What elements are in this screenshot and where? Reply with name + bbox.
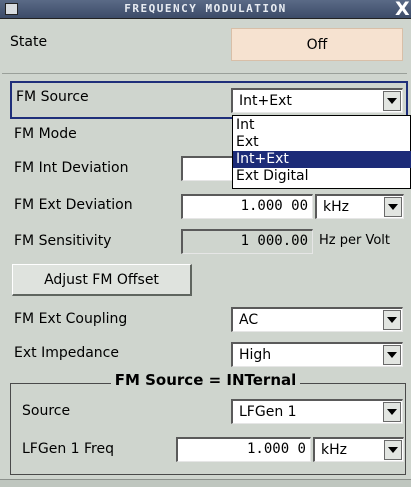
adjust-fm-offset-label: Adjust FM Offset <box>44 271 159 288</box>
chevron-down-icon[interactable] <box>384 197 402 217</box>
fm-int-deviation-label: FM Int Deviation <box>14 160 129 176</box>
dropdown-option-int-ext[interactable]: Int+Ext <box>233 151 411 168</box>
fm-source-dropdown-list: Int Ext Int+Ext Ext Digital <box>232 115 411 189</box>
source-select[interactable]: LFGen 1 <box>231 399 403 424</box>
ext-impedance-label: Ext Impedance <box>14 345 119 361</box>
source-label: Source <box>22 403 71 419</box>
fm-source-value: Int+Ext <box>239 93 292 109</box>
dropdown-option-int[interactable]: Int <box>233 117 411 134</box>
chevron-down-icon[interactable] <box>383 310 401 330</box>
fm-dialog: FREQUENCY MODULATION X State Off FM Sour… <box>0 0 411 487</box>
dropdown-option-ext-digital[interactable]: Ext Digital <box>233 168 411 185</box>
dropdown-option-ext[interactable]: Ext <box>233 134 411 151</box>
fm-source-select[interactable]: Int+Ext <box>231 88 403 113</box>
fm-ext-deviation-label: FM Ext Deviation <box>14 197 133 213</box>
fm-ext-deviation-unit: kHz <box>323 199 349 215</box>
state-toggle-button[interactable]: Off <box>231 28 403 61</box>
fm-sensitivity-value: 1 000.00 <box>181 229 313 254</box>
divider <box>2 73 407 74</box>
fm-mode-label: FM Mode <box>14 126 77 142</box>
source-value: LFGen 1 <box>239 404 297 420</box>
chevron-down-icon[interactable] <box>384 440 402 460</box>
fm-ext-deviation-unit-select[interactable]: kHz <box>315 194 404 219</box>
status-bar <box>0 479 411 487</box>
fm-sensitivity-unit: Hz per Volt <box>319 233 391 248</box>
adjust-fm-offset-button[interactable]: Adjust FM Offset <box>12 264 192 296</box>
lfgen-freq-label: LFGen 1 Freq <box>22 441 114 457</box>
lfgen-freq-unit-select[interactable]: kHz <box>313 437 404 462</box>
close-icon[interactable]: X <box>395 0 410 20</box>
lfgen-freq-unit: kHz <box>321 442 347 458</box>
chevron-down-icon[interactable] <box>383 345 401 365</box>
fm-int-deviation-field[interactable] <box>181 156 233 181</box>
fm-ext-coupling-value: AC <box>239 312 259 328</box>
title-bar: FREQUENCY MODULATION X <box>0 0 411 20</box>
state-label: State <box>10 34 48 50</box>
fm-source-label: FM Source <box>16 89 89 105</box>
ext-impedance-select[interactable]: High <box>231 342 403 367</box>
ext-impedance-value: High <box>239 347 272 363</box>
lfgen-freq-field[interactable]: 1.000 0 <box>176 437 311 462</box>
window-title: FREQUENCY MODULATION <box>124 2 287 15</box>
fm-sensitivity-label: FM Sensitivity <box>14 233 112 249</box>
chevron-down-icon[interactable] <box>383 91 401 111</box>
fm-ext-deviation-field[interactable]: 1.000 00 <box>181 194 313 219</box>
fm-ext-coupling-label: FM Ext Coupling <box>14 311 128 327</box>
fm-ext-coupling-select[interactable]: AC <box>231 307 403 332</box>
groupbox-title: FM Source = INTernal <box>0 371 411 389</box>
state-value: Off <box>306 36 328 53</box>
chevron-down-icon[interactable] <box>383 402 401 422</box>
